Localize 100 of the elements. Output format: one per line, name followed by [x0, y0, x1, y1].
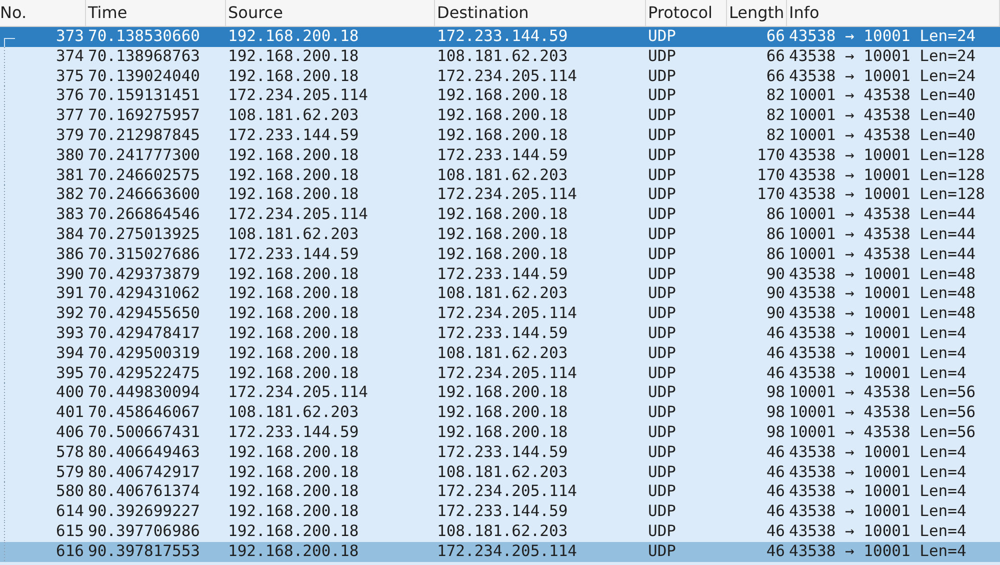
packet-number: 392 [56, 304, 84, 324]
length-cell-text: 170 [756, 166, 786, 186]
packet-time: 70.429500319 [87, 344, 201, 364]
length-cell-text: 46 [765, 522, 786, 542]
source-address: 172.233.144.59 [227, 244, 360, 265]
packet-number: 579 [56, 462, 84, 482]
packet-time: 70.241777300 [87, 146, 201, 166]
info-cell-text: 10001 → 43538 Len=44 [788, 244, 977, 265]
protocol-cell-text: UDP [647, 522, 677, 542]
info-cell-text: 43538 → 10001 Len=24 [788, 66, 977, 87]
length-cell-text: 46 [765, 344, 786, 364]
packet-time: 70.138530660 [87, 27, 201, 47]
protocol-cell-text: UDP [647, 462, 677, 483]
protocol-cell-text: UDP [647, 304, 677, 324]
packet-number: 376 [56, 86, 84, 106]
protocol-cell-text: UDP [647, 185, 677, 206]
packet-number: 393 [56, 324, 84, 344]
packet-number: 406 [56, 423, 84, 443]
packet-time: 80.406649463 [87, 442, 201, 463]
destination-address: 172.234.205.114 [436, 304, 578, 324]
packet-row[interactable]: 373 70.138530660 192.168.200.18 172.233.144.59 UDP 66 43538 → 10001 Len=24 [0, 27, 1000, 47]
protocol-cell-text: UDP [647, 66, 677, 87]
column-header[interactable]: Protocol [646, 0, 727, 26]
protocol-cell-text: UDP [647, 383, 677, 404]
protocol-cell-text: UDP [647, 403, 677, 424]
length-cell-text: 66 [765, 46, 786, 67]
info-cell-text: 10001 → 43538 Len=40 [788, 126, 977, 146]
destination-address: 172.234.205.114 [436, 185, 578, 206]
destination-address: 172.234.205.114 [436, 66, 578, 87]
packet-number: 384 [56, 225, 84, 245]
destination-address: 192.168.200.18 [436, 205, 569, 226]
column-header[interactable]: Info [787, 0, 1000, 26]
destination-address: 108.181.62.203 [436, 344, 569, 364]
info-cell-text: 43538 → 10001 Len=128 [788, 185, 986, 206]
destination-address: 192.168.200.18 [436, 244, 569, 265]
packet-number: 394 [56, 344, 84, 364]
length-cell-text: 46 [765, 324, 786, 344]
length-cell-text: 46 [765, 502, 786, 522]
destination-address: 192.168.200.18 [436, 403, 569, 424]
packet-number: 374 [56, 46, 84, 67]
protocol-cell-text: UDP [647, 364, 677, 384]
protocol-cell-text: UDP [647, 244, 677, 265]
destination-address: 172.233.144.59 [436, 442, 569, 463]
info-cell-text: 10001 → 43538 Len=44 [788, 224, 977, 245]
packet-number: 382 [56, 185, 84, 206]
info-cell-text: 10001 → 43538 Len=40 [788, 86, 977, 106]
protocol-cell-text: UDP [647, 422, 677, 443]
info-cell-text: 43538 → 10001 Len=24 [788, 27, 977, 47]
packet-number: 614 [56, 502, 84, 522]
source-address: 172.234.205.114 [227, 86, 369, 106]
protocol-cell-text: UDP [647, 27, 677, 47]
protocol-cell-text: UDP [647, 482, 677, 502]
length-cell-text: 46 [765, 364, 786, 384]
info-cell-text: 43538 → 10001 Len=4 [788, 502, 968, 522]
length-cell-text: 82 [765, 106, 786, 126]
source-address: 108.181.62.203 [227, 224, 360, 245]
protocol-cell-text: UDP [647, 146, 677, 166]
destination-address: 108.181.62.203 [436, 166, 569, 186]
column-header[interactable]: No. [0, 0, 86, 26]
length-cell-text: 170 [756, 146, 786, 166]
packet-number: 381 [56, 166, 84, 186]
destination-address: 192.168.200.18 [436, 106, 569, 126]
column-header[interactable]: Destination [435, 0, 646, 26]
packet-number: 578 [56, 442, 84, 463]
source-address: 192.168.200.18 [227, 185, 360, 206]
length-cell-text: 98 [765, 383, 786, 404]
length-cell-text: 170 [756, 185, 786, 206]
destination-address: 108.181.62.203 [436, 46, 569, 67]
length-cell-text: 86 [765, 205, 786, 226]
destination-address: 172.233.144.59 [436, 502, 569, 522]
source-address: 192.168.200.18 [227, 482, 360, 502]
packet-number: 391 [56, 284, 84, 304]
protocol-cell-text: UDP [647, 106, 677, 126]
packet-row[interactable]: 616 90.397817553 192.168.200.18 172.234.205.114 UDP 46 43538 → 10001 Len=4 [0, 542, 1000, 562]
length-cell-text: 46 [765, 542, 786, 562]
info-cell-text: 10001 → 43538 Len=44 [788, 205, 977, 226]
protocol-cell-text: UDP [647, 264, 677, 285]
destination-address: 192.168.200.18 [436, 86, 569, 106]
length-cell-text: 46 [765, 482, 786, 502]
column-header[interactable]: Time [86, 0, 226, 26]
column-header[interactable]: Length [727, 0, 787, 26]
source-address: 192.168.200.18 [227, 264, 360, 285]
info-cell-text: 43538 → 10001 Len=48 [788, 304, 977, 324]
info-cell-text: 43538 → 10001 Len=4 [788, 462, 968, 483]
packet-time: 70.169275957 [87, 106, 201, 126]
destination-address: 108.181.62.203 [436, 462, 569, 483]
info-cell-text: 43538 → 10001 Len=4 [788, 542, 968, 562]
protocol-cell-text: UDP [647, 284, 677, 304]
destination-address: 172.234.205.114 [436, 482, 578, 502]
packet-time: 70.429431062 [87, 284, 201, 304]
info-cell-text: 43538 → 10001 Len=4 [788, 364, 968, 384]
protocol-cell-text: UDP [647, 126, 677, 146]
packet-time: 70.429373879 [87, 264, 201, 285]
destination-address: 192.168.200.18 [436, 383, 569, 404]
source-address: 172.234.205.114 [227, 383, 369, 404]
source-address: 192.168.200.18 [227, 284, 360, 304]
length-cell-text: 90 [765, 284, 786, 304]
source-address: 192.168.200.18 [227, 522, 360, 542]
column-header[interactable]: Source [226, 0, 435, 26]
packet-number: 377 [56, 106, 84, 126]
